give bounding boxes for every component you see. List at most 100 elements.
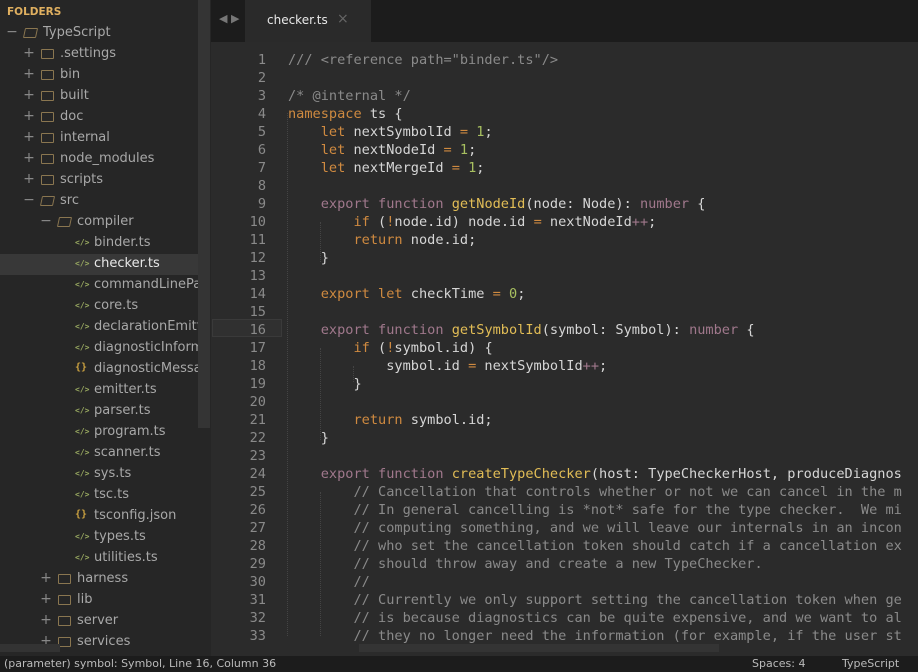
tab-checker-ts[interactable]: checker.ts ×: [245, 0, 371, 42]
tree-item[interactable]: </> sys.ts: [0, 464, 198, 485]
code-token: (symbol: Symbol):: [541, 322, 690, 338]
editor-horizontal-scrollbar[interactable]: [359, 644, 719, 652]
tree-item[interactable]: + internal: [0, 128, 198, 149]
json-file-icon: {}: [75, 362, 88, 373]
arrow-left-icon[interactable]: ◀: [219, 12, 227, 25]
tree-item[interactable]: + bin: [0, 65, 198, 86]
code-token: // they no longer need the information (…: [288, 628, 902, 644]
code-token: nextNodeId: [541, 214, 632, 230]
tree-item[interactable]: </> types.ts: [0, 527, 198, 548]
tree-item-label: checker.ts: [94, 256, 160, 271]
folder-open-icon: [56, 217, 73, 227]
syntax-selector[interactable]: TypeScript: [842, 657, 899, 670]
tree-item-label: node_modules: [60, 151, 155, 166]
tree-item[interactable]: + scripts: [0, 170, 198, 191]
tree-item[interactable]: + lib: [0, 590, 198, 611]
code-line: let nextMergeId = 1;: [288, 159, 485, 177]
tree-item[interactable]: </> binder.ts: [0, 233, 198, 254]
code-token: namespace: [288, 106, 362, 122]
expand-icon[interactable]: +: [40, 591, 52, 607]
tree-item-label: diagnosticInformationMap.generated.ts: [94, 340, 198, 355]
line-number: 12: [249, 250, 266, 266]
tree-item[interactable]: </> declarationEmitter.ts: [0, 317, 198, 338]
arrow-right-icon[interactable]: ▶: [231, 12, 239, 25]
folder-icon: [58, 595, 71, 605]
tree-item[interactable]: </> parser.ts: [0, 401, 198, 422]
line-number: 25: [249, 484, 266, 500]
tree-item-label: harness: [77, 571, 129, 586]
expand-icon[interactable]: +: [23, 66, 35, 82]
code-file-icon: </>: [75, 448, 90, 457]
tree-item[interactable]: + doc: [0, 107, 198, 128]
tree-item-label: declarationEmitter.ts: [94, 319, 198, 334]
tree-item[interactable]: </> scanner.ts: [0, 443, 198, 464]
tree-item[interactable]: {} diagnosticMessages.json: [0, 359, 198, 380]
tree-item[interactable]: {} tsconfig.json: [0, 506, 198, 527]
expand-icon[interactable]: +: [40, 570, 52, 586]
tree-item[interactable]: </> program.ts: [0, 422, 198, 443]
collapse-icon[interactable]: −: [23, 192, 35, 208]
tree-item-label: src: [60, 193, 79, 208]
collapse-icon[interactable]: −: [6, 24, 18, 40]
line-number: 23: [249, 448, 266, 464]
tree-item[interactable]: − src: [0, 191, 198, 212]
expand-icon[interactable]: +: [23, 171, 35, 187]
tree-item[interactable]: </> commandLineParser.ts: [0, 275, 198, 296]
tree-item[interactable]: </> tsc.ts: [0, 485, 198, 506]
expand-icon[interactable]: +: [23, 129, 35, 145]
folder-icon: [41, 175, 54, 185]
collapse-icon[interactable]: −: [40, 213, 52, 229]
code-line: let nextSymbolId = 1;: [288, 123, 493, 141]
tree-item[interactable]: + built: [0, 86, 198, 107]
sidebar-scrollbar[interactable]: [198, 0, 210, 428]
code-editor[interactable]: 1/// <reference path="binder.ts"/> 2 3/* @…: [211, 42, 918, 656]
indentation-setting[interactable]: Spaces: 4: [752, 657, 805, 670]
expand-icon[interactable]: +: [40, 612, 52, 628]
code-token: =: [443, 142, 452, 158]
expand-icon[interactable]: +: [23, 150, 35, 166]
code-line: if (!symbol.id) {: [288, 339, 492, 357]
code-file-icon: </>: [75, 427, 90, 436]
code-file-icon: </>: [75, 301, 90, 310]
code-line: // is because diagnostics can be quite e…: [288, 609, 901, 627]
code-line: // who set the cancellation token should…: [288, 537, 901, 555]
code-token: ;: [517, 286, 526, 302]
tree-item[interactable]: + server: [0, 611, 198, 632]
tree-item[interactable]: </> diagnosticInformationMap.generated.ts: [0, 338, 198, 359]
tree-item[interactable]: </> utilities.ts: [0, 548, 198, 569]
line-number: 22: [249, 430, 266, 446]
tree-item[interactable]: </> checker.ts: [0, 254, 198, 275]
tree-item[interactable]: </> core.ts: [0, 296, 198, 317]
code-line: if (!node.id) node.id = nextNodeId++;: [288, 213, 656, 231]
tree-item-label: doc: [60, 109, 84, 124]
tree-item[interactable]: </> emitter.ts: [0, 380, 198, 401]
line-number: 9: [257, 196, 266, 212]
expand-icon[interactable]: +: [23, 87, 35, 103]
close-icon[interactable]: ×: [337, 11, 349, 27]
tree-item[interactable]: + harness: [0, 569, 198, 590]
tree-item[interactable]: + .settings: [0, 44, 198, 65]
tree-item[interactable]: − TypeScript: [0, 23, 198, 44]
code-file-icon: </>: [75, 553, 90, 562]
indent-guide: [320, 492, 321, 636]
folder-icon: [41, 133, 54, 143]
expand-icon[interactable]: +: [23, 108, 35, 124]
line-number: 2: [257, 70, 266, 86]
code-token: export function: [320, 322, 444, 338]
line-number: 24: [249, 466, 266, 482]
tree-item[interactable]: + node_modules: [0, 149, 198, 170]
code-file-icon: </>: [75, 322, 90, 331]
line-number: 21: [249, 412, 266, 428]
line-number: 16: [249, 322, 266, 338]
code-file-icon: </>: [75, 490, 90, 499]
tree-item[interactable]: − compiler: [0, 212, 198, 233]
expand-icon[interactable]: +: [23, 45, 35, 61]
sidebar-horizontal-scrollbar[interactable]: [0, 644, 60, 652]
line-number: 31: [249, 592, 266, 608]
line-number: 26: [249, 502, 266, 518]
code-file-icon: </>: [75, 406, 90, 415]
code-line: symbol.id = nextSymbolId++;: [288, 357, 607, 375]
